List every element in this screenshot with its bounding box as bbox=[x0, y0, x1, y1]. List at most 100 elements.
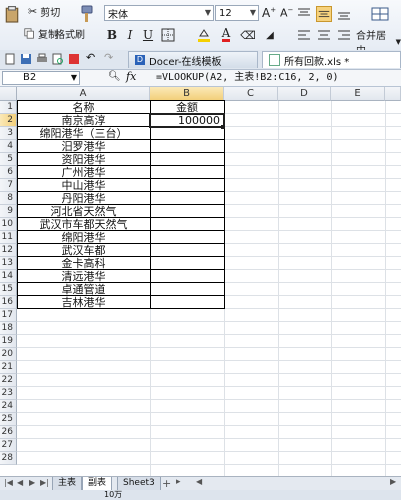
row-header[interactable]: 27 bbox=[0, 439, 17, 452]
column-header[interactable]: B bbox=[150, 87, 224, 101]
tab-docer-templates[interactable]: D Docer-在线模板 bbox=[128, 51, 258, 68]
row-header[interactable]: 8 bbox=[0, 192, 17, 205]
row-header[interactable]: 19 bbox=[0, 335, 17, 348]
preview-icon[interactable] bbox=[52, 53, 64, 65]
font-size-select[interactable]: 12 ▼ bbox=[215, 5, 259, 21]
row-header[interactable]: 16 bbox=[0, 296, 17, 309]
row-header[interactable]: 26 bbox=[0, 426, 17, 439]
row-header[interactable]: 25 bbox=[0, 413, 17, 426]
bold-button[interactable]: B bbox=[104, 27, 120, 43]
row-header[interactable]: 28 bbox=[0, 452, 17, 465]
row-header[interactable]: 20 bbox=[0, 348, 17, 361]
scroll-right-icon[interactable]: ▶ bbox=[390, 477, 396, 486]
align-left-icon[interactable] bbox=[296, 27, 312, 43]
row-header[interactable]: 23 bbox=[0, 387, 17, 400]
tab-current-file[interactable]: 所有回款.xls * bbox=[262, 51, 401, 68]
row-header[interactable]: 3 bbox=[0, 127, 17, 140]
align-bottom-icon[interactable] bbox=[336, 6, 352, 22]
format-painter-button[interactable]: 格式刷 bbox=[55, 26, 85, 41]
border-icon[interactable] bbox=[160, 27, 176, 43]
row-header[interactable]: 4 bbox=[0, 140, 17, 153]
cell-b2-value[interactable]: 100000 bbox=[150, 114, 223, 127]
row-header[interactable]: 18 bbox=[0, 322, 17, 335]
row-header[interactable]: 14 bbox=[0, 270, 17, 283]
decrease-font-button[interactable]: A− bbox=[280, 6, 293, 20]
name-cell[interactable]: 金卡高科 bbox=[17, 257, 150, 270]
row-header[interactable]: 13 bbox=[0, 257, 17, 270]
name-cell[interactable]: 吉林港华 bbox=[17, 296, 150, 309]
row-header[interactable]: 1 bbox=[0, 101, 17, 114]
row-header[interactable]: 11 bbox=[0, 231, 17, 244]
name-cell[interactable]: 武汉车都 bbox=[17, 244, 150, 257]
insert-function-button[interactable]: fx bbox=[126, 70, 136, 83]
merge-cells-icon[interactable] bbox=[370, 4, 390, 24]
row-header[interactable]: 15 bbox=[0, 283, 17, 296]
column-header[interactable]: C bbox=[224, 87, 278, 101]
font-color-button[interactable]: A bbox=[218, 27, 234, 43]
name-cell[interactable]: 中山港华 bbox=[17, 179, 150, 192]
new-file-icon[interactable] bbox=[4, 53, 16, 65]
spreadsheet-grid[interactable]: A B C D E 1 2 3 4 5 6 7 8 9 10 11 12 13 14 15 16 17 18 19 2… bbox=[0, 87, 401, 476]
undo-icon[interactable]: ↶ bbox=[86, 51, 98, 64]
name-cell[interactable]: 武汉市车都天然气 bbox=[17, 218, 150, 231]
sheet-tab-sub[interactable]: 副表 bbox=[82, 477, 113, 491]
align-center-icon[interactable] bbox=[316, 27, 332, 43]
row-header[interactable]: 7 bbox=[0, 179, 17, 192]
row-header[interactable]: 10 bbox=[0, 218, 17, 231]
name-cell[interactable]: 丹阳港华 bbox=[17, 192, 150, 205]
header-cell-name[interactable]: 名称 bbox=[17, 101, 150, 114]
name-cell[interactable]: 绵阳港华 bbox=[17, 231, 150, 244]
row-header[interactable]: 24 bbox=[0, 400, 17, 413]
sheet-tab-sheet3[interactable]: Sheet3 bbox=[117, 477, 161, 491]
align-right-icon[interactable] bbox=[336, 27, 352, 43]
column-header[interactable]: E bbox=[331, 87, 385, 101]
export-pdf-icon[interactable] bbox=[68, 53, 80, 65]
row-header[interactable]: 22 bbox=[0, 374, 17, 387]
row-header[interactable]: 17 bbox=[0, 309, 17, 322]
save-icon[interactable] bbox=[20, 53, 32, 65]
name-cell[interactable]: 河北省天然气 bbox=[17, 205, 150, 218]
align-middle-icon[interactable] bbox=[316, 6, 332, 22]
name-box[interactable]: B2 ▼ bbox=[2, 71, 80, 85]
name-cell[interactable]: 汨罗港华 bbox=[17, 140, 150, 153]
fill-color-icon[interactable] bbox=[196, 27, 212, 43]
print-icon[interactable] bbox=[36, 53, 48, 65]
row-header[interactable]: 12 bbox=[0, 244, 17, 257]
column-header[interactable]: D bbox=[278, 87, 331, 101]
redo-icon[interactable]: ↷ bbox=[104, 51, 116, 64]
name-cell[interactable]: 清远港华 bbox=[17, 270, 150, 283]
name-cell[interactable]: 广州港华 bbox=[17, 166, 150, 179]
add-sheet-icon[interactable]: + bbox=[162, 477, 171, 490]
clear-format-button[interactable]: ⌫ bbox=[240, 27, 256, 43]
name-cell[interactable]: 南京高淳 bbox=[17, 114, 150, 127]
column-header[interactable]: A bbox=[17, 87, 150, 101]
more-sheets-icon[interactable]: ▸ bbox=[176, 477, 181, 487]
name-cell[interactable]: 卓通管道 bbox=[17, 283, 150, 296]
header-cell-amount[interactable]: 金额 bbox=[150, 101, 224, 114]
select-all-corner[interactable] bbox=[0, 87, 17, 101]
font-name-select[interactable]: 宋体 ▼ bbox=[104, 5, 214, 21]
copy-button[interactable]: 复制 bbox=[24, 26, 58, 41]
horizontal-scrollbar[interactable]: ◀ bbox=[196, 477, 202, 486]
name-cell[interactable]: 绵阳港华（三台） bbox=[17, 127, 150, 140]
formula-input[interactable]: =VLOOKUP(A2, 主表!B2:C16, 2, 0) bbox=[156, 71, 400, 85]
sheet-tab-main[interactable]: 主表 bbox=[52, 477, 83, 491]
increase-font-button[interactable]: A+ bbox=[262, 6, 276, 20]
format-brush-icon[interactable] bbox=[76, 4, 96, 24]
font-settings-button[interactable]: ◢ bbox=[262, 27, 278, 43]
first-sheet-icon[interactable]: |◀ bbox=[4, 478, 13, 487]
align-top-icon[interactable] bbox=[296, 6, 312, 22]
underline-button[interactable]: U bbox=[140, 27, 156, 43]
prev-sheet-icon[interactable]: ◀ bbox=[17, 478, 23, 487]
row-header[interactable]: 2 bbox=[0, 114, 17, 127]
row-header[interactable]: 9 bbox=[0, 205, 17, 218]
name-cell[interactable]: 资阳港华 bbox=[17, 153, 150, 166]
row-header[interactable]: 5 bbox=[0, 153, 17, 166]
cut-button[interactable]: ✂ 剪切 bbox=[28, 4, 60, 19]
italic-button[interactable]: I bbox=[122, 27, 138, 43]
row-header[interactable]: 21 bbox=[0, 361, 17, 374]
next-sheet-icon[interactable]: ▶ bbox=[29, 478, 35, 487]
row-header[interactable]: 6 bbox=[0, 166, 17, 179]
paste-button[interactable] bbox=[4, 4, 20, 24]
last-sheet-icon[interactable]: ▶| bbox=[40, 478, 49, 487]
